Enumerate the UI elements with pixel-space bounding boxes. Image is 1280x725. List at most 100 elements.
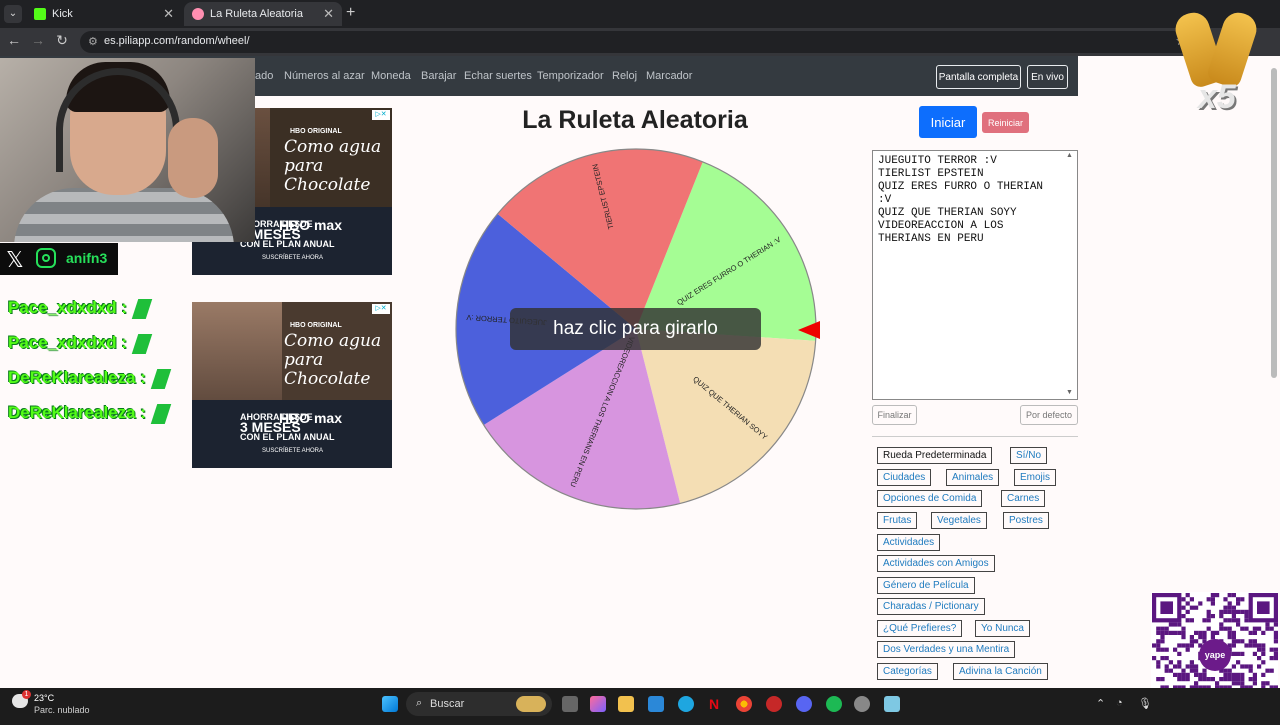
preset-postres[interactable]: Postres bbox=[1003, 512, 1049, 529]
qr-module bbox=[1177, 677, 1182, 682]
scrollbar-thumb[interactable] bbox=[1271, 68, 1277, 378]
site-info-icon[interactable]: ⚙ bbox=[88, 35, 98, 48]
nav-link-temporizador[interactable]: Temporizador bbox=[537, 70, 604, 82]
preset-dos-verdades[interactable]: Dos Verdades y una Mentira bbox=[877, 641, 1016, 658]
discord-icon[interactable] bbox=[796, 696, 812, 712]
entries-textarea[interactable]: JUEGUITO TERROR :V TIERLIST EPSTEIN QUIZ… bbox=[872, 150, 1078, 400]
task-view-icon[interactable] bbox=[562, 696, 578, 712]
qr-module bbox=[1265, 668, 1270, 673]
ad-promo-line3: CON EL PLAN ANUAL bbox=[240, 432, 335, 442]
netflix-icon[interactable]: N bbox=[706, 696, 722, 712]
nav-link-numeros[interactable]: Números al azar bbox=[284, 70, 365, 82]
live-button[interactable]: En vivo bbox=[1027, 65, 1068, 89]
qr-module bbox=[1257, 656, 1262, 661]
ad-choices-icon[interactable]: ▷✕ bbox=[372, 304, 390, 314]
notepad-icon[interactable] bbox=[884, 696, 900, 712]
qr-module bbox=[1177, 630, 1182, 635]
microphone-icon[interactable]: 🎙 bbox=[1138, 697, 1152, 710]
preset-actividades-amigos[interactable]: Actividades con Amigos bbox=[877, 555, 995, 572]
preset-frutas[interactable]: Frutas bbox=[877, 512, 918, 529]
qr-module bbox=[1248, 630, 1253, 635]
qr-module bbox=[1206, 609, 1211, 614]
taskbar-search[interactable]: ⌕ Buscar bbox=[406, 692, 552, 716]
qr-module bbox=[1152, 656, 1157, 661]
forward-arrow-icon[interactable]: → bbox=[28, 32, 48, 48]
close-icon[interactable]: ✕ bbox=[163, 6, 174, 22]
preset-actividades[interactable]: Actividades bbox=[877, 534, 941, 551]
scroll-down-icon[interactable]: ▼ bbox=[1066, 389, 1073, 396]
windows-start-icon[interactable] bbox=[382, 696, 398, 712]
preset-categorias[interactable]: Categorías bbox=[877, 663, 938, 680]
qr-module bbox=[1265, 681, 1270, 686]
qr-module bbox=[1185, 647, 1190, 652]
qr-module bbox=[1219, 614, 1224, 619]
preset-vegetales[interactable]: Vegetales bbox=[931, 512, 987, 529]
chevron-up-icon[interactable]: ⌃ bbox=[1096, 697, 1105, 710]
app-icon[interactable] bbox=[766, 696, 782, 712]
weather-condition[interactable]: Parc. nublado bbox=[34, 705, 90, 715]
reset-button[interactable]: Reiniciar bbox=[982, 112, 1029, 133]
qr-module bbox=[1248, 668, 1253, 673]
qr-module bbox=[1181, 614, 1186, 619]
fullscreen-button[interactable]: Pantalla completa bbox=[936, 65, 1021, 89]
nav-link-echar-suertes[interactable]: Echar suertes bbox=[464, 70, 532, 82]
qr-module bbox=[1198, 630, 1203, 635]
chat-username: DeReKlarealeza : bbox=[8, 368, 146, 387]
tab-kick[interactable]: Kick ✕ bbox=[26, 2, 182, 26]
ad-headline: Como agua para Chocolate bbox=[284, 137, 382, 195]
tab-ruleta[interactable]: La Ruleta Aleatoria ✕ bbox=[184, 2, 342, 26]
finish-button[interactable]: Finalizar bbox=[872, 405, 917, 425]
default-button[interactable]: Por defecto bbox=[1020, 405, 1078, 425]
nav-link-moneda[interactable]: Moneda bbox=[371, 70, 411, 82]
preset-que-prefieres[interactable]: ¿Qué Prefieres? bbox=[877, 620, 963, 637]
qr-module bbox=[1189, 639, 1194, 644]
store-icon[interactable] bbox=[648, 696, 664, 712]
qr-module bbox=[1198, 635, 1203, 640]
webcam-overlay bbox=[0, 58, 255, 242]
copilot-icon[interactable] bbox=[590, 696, 606, 712]
preset-carnes[interactable]: Carnes bbox=[1001, 490, 1046, 507]
nav-link[interactable]: ado bbox=[255, 70, 273, 82]
file-explorer-icon[interactable] bbox=[618, 696, 634, 712]
textarea-scrollbar[interactable]: ▲ ▼ bbox=[1066, 152, 1074, 396]
chrome-icon[interactable] bbox=[736, 696, 752, 712]
back-arrow-icon[interactable]: ← bbox=[4, 32, 24, 48]
edge-icon[interactable] bbox=[678, 696, 694, 712]
scroll-up-icon[interactable]: ▲ bbox=[1066, 152, 1073, 159]
ad-cta[interactable]: SUSCRÍBETE AHORA bbox=[262, 448, 323, 454]
obs-icon[interactable] bbox=[854, 696, 870, 712]
qr-module bbox=[1185, 677, 1190, 682]
preset-animales[interactable]: Animales bbox=[946, 469, 1000, 486]
preset-comida[interactable]: Opciones de Comida bbox=[877, 490, 983, 507]
tab-search-button[interactable]: ⌄ bbox=[4, 5, 22, 23]
qr-module bbox=[1231, 672, 1236, 677]
new-tab-plus-icon[interactable]: + bbox=[346, 4, 355, 22]
nav-link-marcador[interactable]: Marcador bbox=[646, 70, 692, 82]
preset-adivina-cancion[interactable]: Adivina la Canción bbox=[953, 663, 1048, 680]
preset-default-wheel[interactable]: Rueda Predeterminada bbox=[877, 447, 993, 464]
preset-charadas[interactable]: Charadas / Pictionary bbox=[877, 598, 985, 615]
weather-temperature[interactable]: 23°C bbox=[34, 693, 54, 703]
url-text[interactable]: es.piliapp.com/random/wheel/ bbox=[104, 35, 250, 47]
network-icon[interactable]: ◔ bbox=[1116, 697, 1123, 709]
start-button[interactable]: Iniciar bbox=[919, 106, 977, 138]
preset-emojis[interactable]: Emojis bbox=[1014, 469, 1057, 486]
ad-choices-icon[interactable]: ▷✕ bbox=[372, 110, 390, 120]
nav-link-barajar[interactable]: Barajar bbox=[421, 70, 456, 82]
spotify-icon[interactable] bbox=[826, 696, 842, 712]
chat-username: DeReKlarealeza : bbox=[8, 403, 146, 422]
preset-ciudades[interactable]: Ciudades bbox=[877, 469, 932, 486]
search-placeholder: Buscar bbox=[430, 698, 465, 710]
preset-yo-nunca[interactable]: Yo Nunca bbox=[975, 620, 1030, 637]
qr-module bbox=[1181, 668, 1186, 673]
close-icon[interactable]: ✕ bbox=[323, 6, 334, 22]
preset-si-no[interactable]: Sí/No bbox=[1010, 447, 1048, 464]
ad-cta[interactable]: SUSCRÍBETE AHORA bbox=[262, 255, 323, 261]
preset-genero-pelicula[interactable]: Género de Película bbox=[877, 577, 975, 594]
qr-module bbox=[1240, 597, 1245, 602]
reload-icon[interactable]: ↻ bbox=[52, 32, 72, 49]
nav-link-reloj[interactable]: Reloj bbox=[612, 70, 637, 82]
hbo-ad-banner-2[interactable]: ▷✕ HBO ORIGINAL Como agua para Chocolate… bbox=[192, 302, 392, 468]
spin-prompt[interactable]: haz clic para girarlo bbox=[510, 308, 761, 350]
address-bar[interactable]: ⚙ es.piliapp.com/random/wheel/ ☆ bbox=[80, 31, 1195, 53]
